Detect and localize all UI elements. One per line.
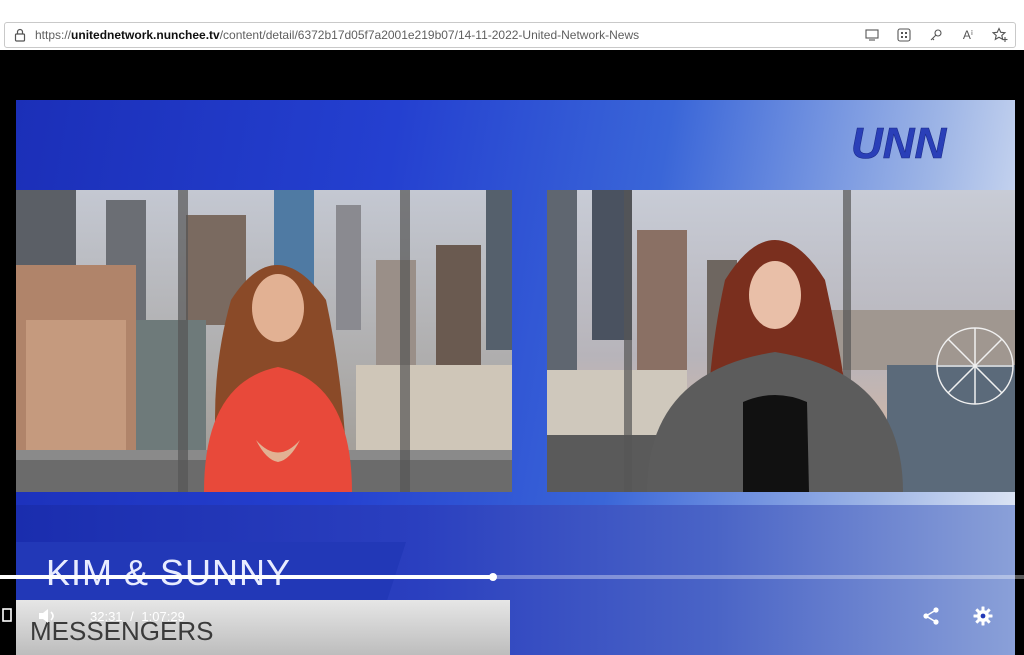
lock-icon[interactable] — [5, 23, 35, 47]
duration: 1:07:29 — [141, 609, 185, 624]
current-time: 32:31 — [90, 609, 123, 624]
url-scheme: https:// — [35, 28, 72, 42]
progress-fill — [0, 575, 493, 579]
apps-icon[interactable] — [895, 26, 913, 44]
gear-icon[interactable] — [972, 605, 994, 627]
volume-icon[interactable] — [36, 607, 58, 625]
url-host: unitednetwork.nunchee.tv — [71, 28, 220, 42]
video-frame[interactable]: UNN KIM & SUNNY — [16, 100, 1015, 655]
video-panel-left — [16, 190, 512, 492]
progress-handle[interactable] — [489, 573, 497, 581]
url-path: /content/detail/6372b17d05f7a2001e219b07… — [219, 28, 640, 42]
share-icon[interactable] — [920, 605, 942, 627]
read-aloud-icon[interactable]: Aⁱ — [959, 26, 977, 44]
read-aloud-label: Aⁱ — [962, 28, 974, 42]
video-panel-right — [547, 190, 1015, 492]
read-mode-icon[interactable] — [863, 26, 881, 44]
fullscreen-icon[interactable] — [0, 607, 14, 623]
window-top — [0, 0, 1024, 22]
unn-logo: UNN — [849, 119, 989, 169]
time-separator: / — [130, 609, 134, 624]
address-bar-actions: Aⁱ — [863, 23, 1009, 47]
video-player[interactable]: UNN KIM & SUNNY MESSENGERS 32:31 / 1:07:… — [0, 50, 1024, 655]
progress-track[interactable] — [0, 573, 1024, 581]
favorites-icon[interactable] — [991, 26, 1009, 44]
url-text[interactable]: https://unitednetwork.nunchee.tv/content… — [35, 28, 639, 42]
logo-text: UNN — [851, 120, 948, 164]
key-icon[interactable] — [927, 26, 945, 44]
time-display: 32:31 / 1:07:29 — [90, 609, 185, 624]
lower-third-name: KIM & SUNNY — [46, 552, 292, 593]
address-bar[interactable]: https://unitednetwork.nunchee.tv/content… — [4, 22, 1016, 48]
